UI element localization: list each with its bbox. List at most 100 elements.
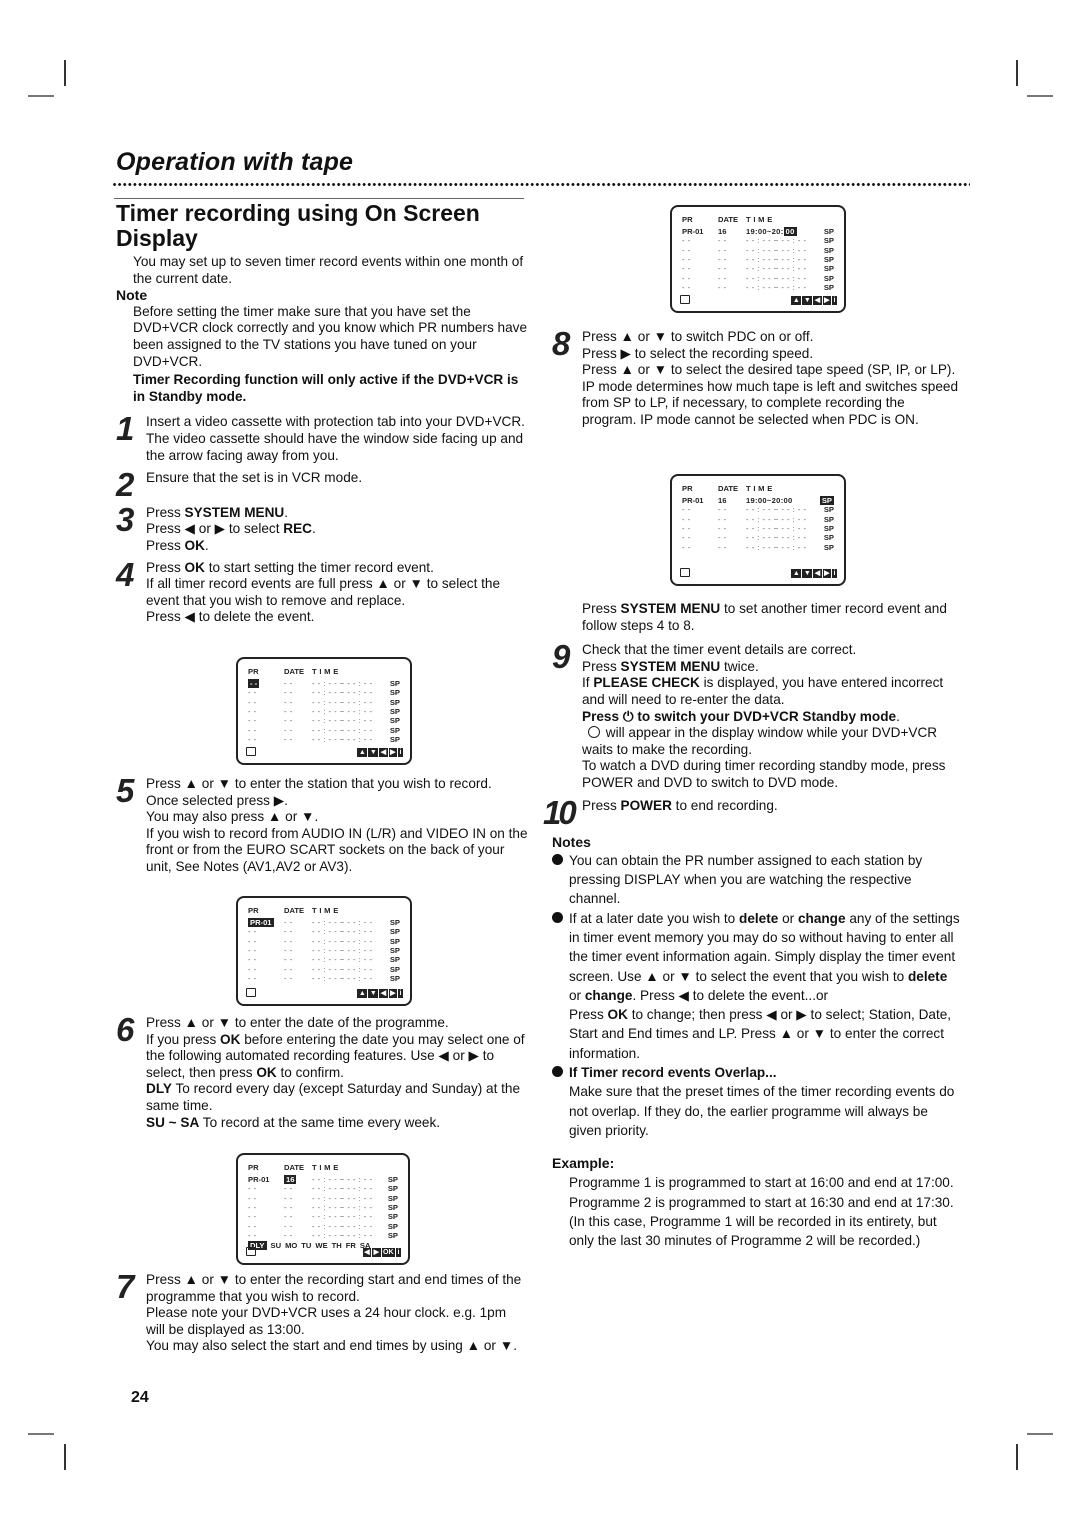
step-text: You may also select the start and end ti… xyxy=(146,1338,517,1354)
step-text: Ensure that the set is in VCR mode. xyxy=(146,470,363,486)
osd-nav-key-icon: i xyxy=(832,569,837,578)
osd-pr: - - xyxy=(248,1221,257,1231)
osd-time: - - : - - ~ - - : - - xyxy=(312,706,373,716)
step-number: 9 xyxy=(552,638,571,676)
osd-pr: PR-01 xyxy=(682,496,704,505)
example-text: Programme 1 is programmed to start at 16… xyxy=(569,1175,954,1191)
step-5: 5 Press ▲ or ▼ to enter the station that… xyxy=(116,774,528,876)
osd-date: - - xyxy=(718,533,727,543)
osd-time: - - : - - ~ - - : - - xyxy=(312,725,373,735)
step-number: 2 xyxy=(116,466,135,504)
osd-speed: SP xyxy=(389,706,400,716)
osd-day: TH xyxy=(331,1241,342,1250)
osd-pr: - - xyxy=(248,945,257,955)
section-title: Operation with tape xyxy=(116,148,354,176)
step-1: 1 Insert a video cassette with protectio… xyxy=(116,410,528,464)
crop-mark xyxy=(1027,1433,1053,1435)
osd-time: 19:00~20:00 xyxy=(746,496,793,505)
osd-nav-key-icon: ◀ xyxy=(813,296,822,305)
osd-speed: SP xyxy=(823,542,834,552)
crop-mark xyxy=(64,60,66,86)
osd-event-row: - - - - - - : - - ~ - - : - - SP xyxy=(238,1212,408,1221)
step-text: The video cassette should have the windo… xyxy=(146,430,524,463)
osd-speed: SP xyxy=(823,523,834,533)
note-heading: Note xyxy=(116,287,148,304)
osd-speed: SP xyxy=(823,505,834,515)
osd-speed: SP xyxy=(389,697,400,707)
osd-nav-key-icon: ▶ xyxy=(372,1248,381,1257)
osd-event-row: - - - - - - : - - ~ - - : - - SP xyxy=(238,927,410,936)
step-text: Please note your DVD+VCR uses a 24 hour … xyxy=(146,1305,507,1337)
osd-speed: SP xyxy=(389,936,400,946)
osd-speed: SP xyxy=(387,1202,398,1212)
osd-pr: - - xyxy=(682,236,691,246)
osd-header-time: T I M E xyxy=(312,906,339,915)
step-number: 7 xyxy=(116,1268,135,1305)
osd-nav-key-icon: OK xyxy=(381,1248,396,1257)
osd-event-row: - - - - - - : - - ~ - - : - - SP xyxy=(238,716,410,725)
osd-date: - - xyxy=(284,688,293,698)
osd-header-pr: PR xyxy=(248,906,259,915)
osd-speed: SP xyxy=(387,1175,398,1184)
osd-pr: - - xyxy=(682,273,691,283)
crop-mark xyxy=(28,95,54,97)
osd-pr: - - xyxy=(248,973,257,983)
osd-header-date: DATE xyxy=(718,484,739,493)
osd-date: - - xyxy=(284,936,293,946)
osd-speed: SP xyxy=(387,1230,398,1240)
osd-date: - - xyxy=(284,716,293,726)
osd-event-row: - - - - - - : - - ~ - - : - - SP xyxy=(238,698,410,707)
osd-pr: - - xyxy=(248,688,257,698)
osd-time: - - : - - ~ - - : - - xyxy=(746,254,807,264)
osd-date: - - xyxy=(284,1193,293,1203)
osd-pr: - - xyxy=(248,955,257,965)
osd-date: - - xyxy=(718,245,727,255)
osd-pr: - - xyxy=(682,523,691,533)
osd-event-row: - - - - - - : - - ~ - - : - - SP xyxy=(238,707,410,716)
osd-pr: - - xyxy=(682,505,691,515)
left-column: You may set up to seven timer record eve… xyxy=(116,254,528,626)
bullet-icon xyxy=(552,853,563,865)
osd-event-row: - - - - - - : - - ~ - - : - - SP xyxy=(238,955,410,964)
osd-nav-key-icon: ▶ xyxy=(388,989,398,998)
step-6: 6 Press ▲ or ▼ to enter the date of the … xyxy=(116,1013,528,1131)
osd-speed: SP xyxy=(389,716,400,726)
osd-pr: - - xyxy=(248,1202,257,1212)
osd-event-row: - - - - - - : - - ~ - - : - - SP xyxy=(238,937,410,946)
osd-header-date: DATE xyxy=(284,1163,305,1172)
step-number: 1 xyxy=(116,410,135,448)
osd-screen-speed: PR DATE T I M E PR-01 16 19:00~20:00 SP - -- --… xyxy=(670,474,846,586)
timer-clock-icon xyxy=(588,726,600,739)
osd-nav-key-icon: ▼ xyxy=(368,989,379,998)
osd-date: - - xyxy=(718,254,727,264)
osd-pr: - - xyxy=(248,697,257,707)
notes-heading: Notes xyxy=(552,834,591,851)
osd-time: - - : - - ~ - - : - - xyxy=(312,1184,373,1194)
osd-nav-key-icon: ◀ xyxy=(362,1248,372,1257)
osd-nav-key-icon: ◀ xyxy=(813,569,822,578)
step-2: 2 Ensure that the set is in VCR mode. xyxy=(116,468,528,501)
osd-date: - - xyxy=(284,679,293,688)
step-text: Press ▶ to select the recording speed. xyxy=(582,345,814,361)
step-text: Check that the timer event details are c… xyxy=(582,642,857,658)
step-7: 7 Press ▲ or ▼ to enter the recording st… xyxy=(116,1268,528,1355)
osd-speed: SP xyxy=(389,679,400,688)
osd-pr: PR-01 xyxy=(682,227,704,236)
osd-pr: PR-01 xyxy=(248,918,274,927)
osd-event-row: - - - - - - : - - ~ - - : - - SP xyxy=(672,524,844,533)
osd-nav-key-icon: ▲ xyxy=(357,748,368,757)
osd-speed: SP xyxy=(389,688,400,698)
osd-pr: - - xyxy=(682,514,691,524)
osd-time: - - : - - ~ - - : - - xyxy=(746,533,807,543)
osd-nav-key-icon: i xyxy=(398,748,403,757)
osd-day: MO xyxy=(285,1241,298,1250)
osd-speed: SP xyxy=(823,282,834,292)
osd-speed: SP xyxy=(389,927,400,937)
step-text: IP mode determines how much tape is left… xyxy=(582,378,959,427)
osd-speed: SP xyxy=(389,945,400,955)
osd-nav-key-icon: i xyxy=(398,989,403,998)
osd-event-row: - - - - - - : - - ~ - - : - - SP xyxy=(238,688,410,697)
step-text: Once selected press ▶. xyxy=(146,792,288,808)
osd-navigation-keys: ▲ ▼ ◀ ▶ i xyxy=(791,296,837,305)
osd-date: - - xyxy=(284,918,293,927)
